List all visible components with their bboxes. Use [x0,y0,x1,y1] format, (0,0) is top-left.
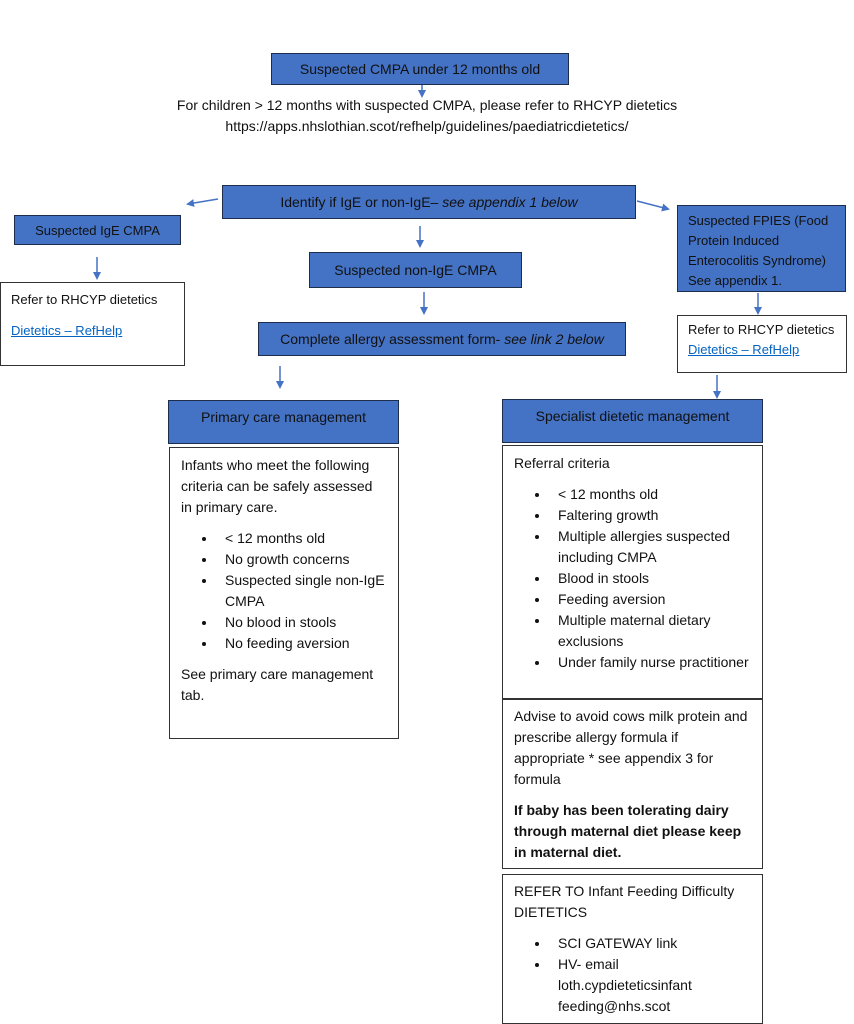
ige-refer-box: Refer to RHCYP dietetics Dietetics – Ref… [0,282,185,366]
hv-email-item: HV- email loth.cypdieteticsinfant feedin… [550,954,751,1017]
specialist-header: Specialist dietetic management [502,399,763,443]
criteria-item: Feeding aversion [550,589,751,610]
criteria-item: < 12 months old [217,528,387,549]
primary-care-title: Primary care management [201,409,366,425]
suspected-cmpa-box: Suspected CMPA under 12 months old [271,53,569,85]
ige-refer-text: Refer to RHCYP dietetics [11,292,158,307]
suspected-fpies-label: Suspected FPIES (Food Protein Induced En… [688,213,829,288]
maternal-diet-advice: If baby has been tolerating dairy throug… [514,802,742,860]
criteria-item: < 12 months old [550,484,751,505]
see-appendix-1-ref: see appendix 1 below [442,194,578,210]
see-link-2-ref: see link 2 below [504,331,604,347]
criteria-item: Multiple maternal dietary exclusions [550,610,751,652]
ige-dietetics-refhelp-link[interactable]: Dietetics – RefHelp [11,320,174,341]
fpies-refer-box: Refer to RHCYP dietetics Dietetics – Ref… [677,315,847,373]
suspected-ige-label: Suspected IgE CMPA [35,222,160,238]
criteria-item: Blood in stools [550,568,751,589]
suspected-nonige-label: Suspected non-IgE CMPA [334,262,497,278]
arrow-identify-to-fpies [636,200,670,212]
primary-care-intro: Infants who meet the following criteria … [181,457,373,515]
infant-feeding-refer-list: SCI GATEWAY link HV- email loth.cypdiete… [514,933,751,1017]
primary-care-header: Primary care management [168,400,399,444]
specialist-title: Specialist dietetic management [535,408,730,424]
criteria-item: No feeding aversion [217,633,387,654]
fpies-refer-text: Refer to RHCYP dietetics [688,322,835,337]
referral-criteria-title: Referral criteria [514,455,610,471]
age-note-url: https://apps.nhslothian.scot/refhelp/gui… [225,118,629,134]
specialist-advice-box: Advise to avoid cows milk protein and pr… [502,699,763,869]
criteria-item: Suspected single non-IgE CMPA [217,570,387,612]
suspected-ige-box: Suspected IgE CMPA [14,215,181,245]
criteria-item: No blood in stools [217,612,387,633]
allergy-assessment-box: Complete allergy assessment form- see li… [258,322,626,356]
infant-feeding-refer-title: REFER TO Infant Feeding Difficulty DIETE… [514,883,735,920]
criteria-item: Multiple allergies suspected including C… [550,526,751,568]
advice-text: Advise to avoid cows milk protein and pr… [514,708,748,787]
primary-care-footer: See primary care management tab. [181,666,374,703]
primary-care-criteria: < 12 months old No growth concerns Suspe… [181,528,387,654]
identify-ige-label: Identify if IgE or non-IgE– see appendix… [280,194,578,210]
fpies-dietetics-refhelp-link[interactable]: Dietetics – RefHelp [688,340,836,360]
criteria-item: No growth concerns [217,549,387,570]
sci-gateway-item: SCI GATEWAY link [550,933,751,954]
specialist-criteria-box: Referral criteria < 12 months old Falter… [502,445,763,699]
primary-care-body: Infants who meet the following criteria … [169,447,399,739]
suspected-fpies-box: Suspected FPIES (Food Protein Induced En… [677,205,846,292]
specialist-criteria-list: < 12 months old Faltering growth Multipl… [514,484,751,673]
criteria-item: Faltering growth [550,505,751,526]
age-note-line1: For children > 12 months with suspected … [176,97,678,113]
age-note: For children > 12 months with suspected … [150,95,704,137]
suspected-cmpa-label: Suspected CMPA under 12 months old [299,61,541,77]
criteria-item: Under family nurse practitioner [550,652,751,673]
arrow-identify-to-ige [186,198,219,207]
suspected-nonige-box: Suspected non-IgE CMPA [309,252,522,288]
allergy-assessment-label: Complete allergy assessment form- see li… [280,331,604,347]
identify-ige-box: Identify if IgE or non-IgE– see appendix… [222,185,636,219]
infant-feeding-refer-box: REFER TO Infant Feeding Difficulty DIETE… [502,874,763,1024]
